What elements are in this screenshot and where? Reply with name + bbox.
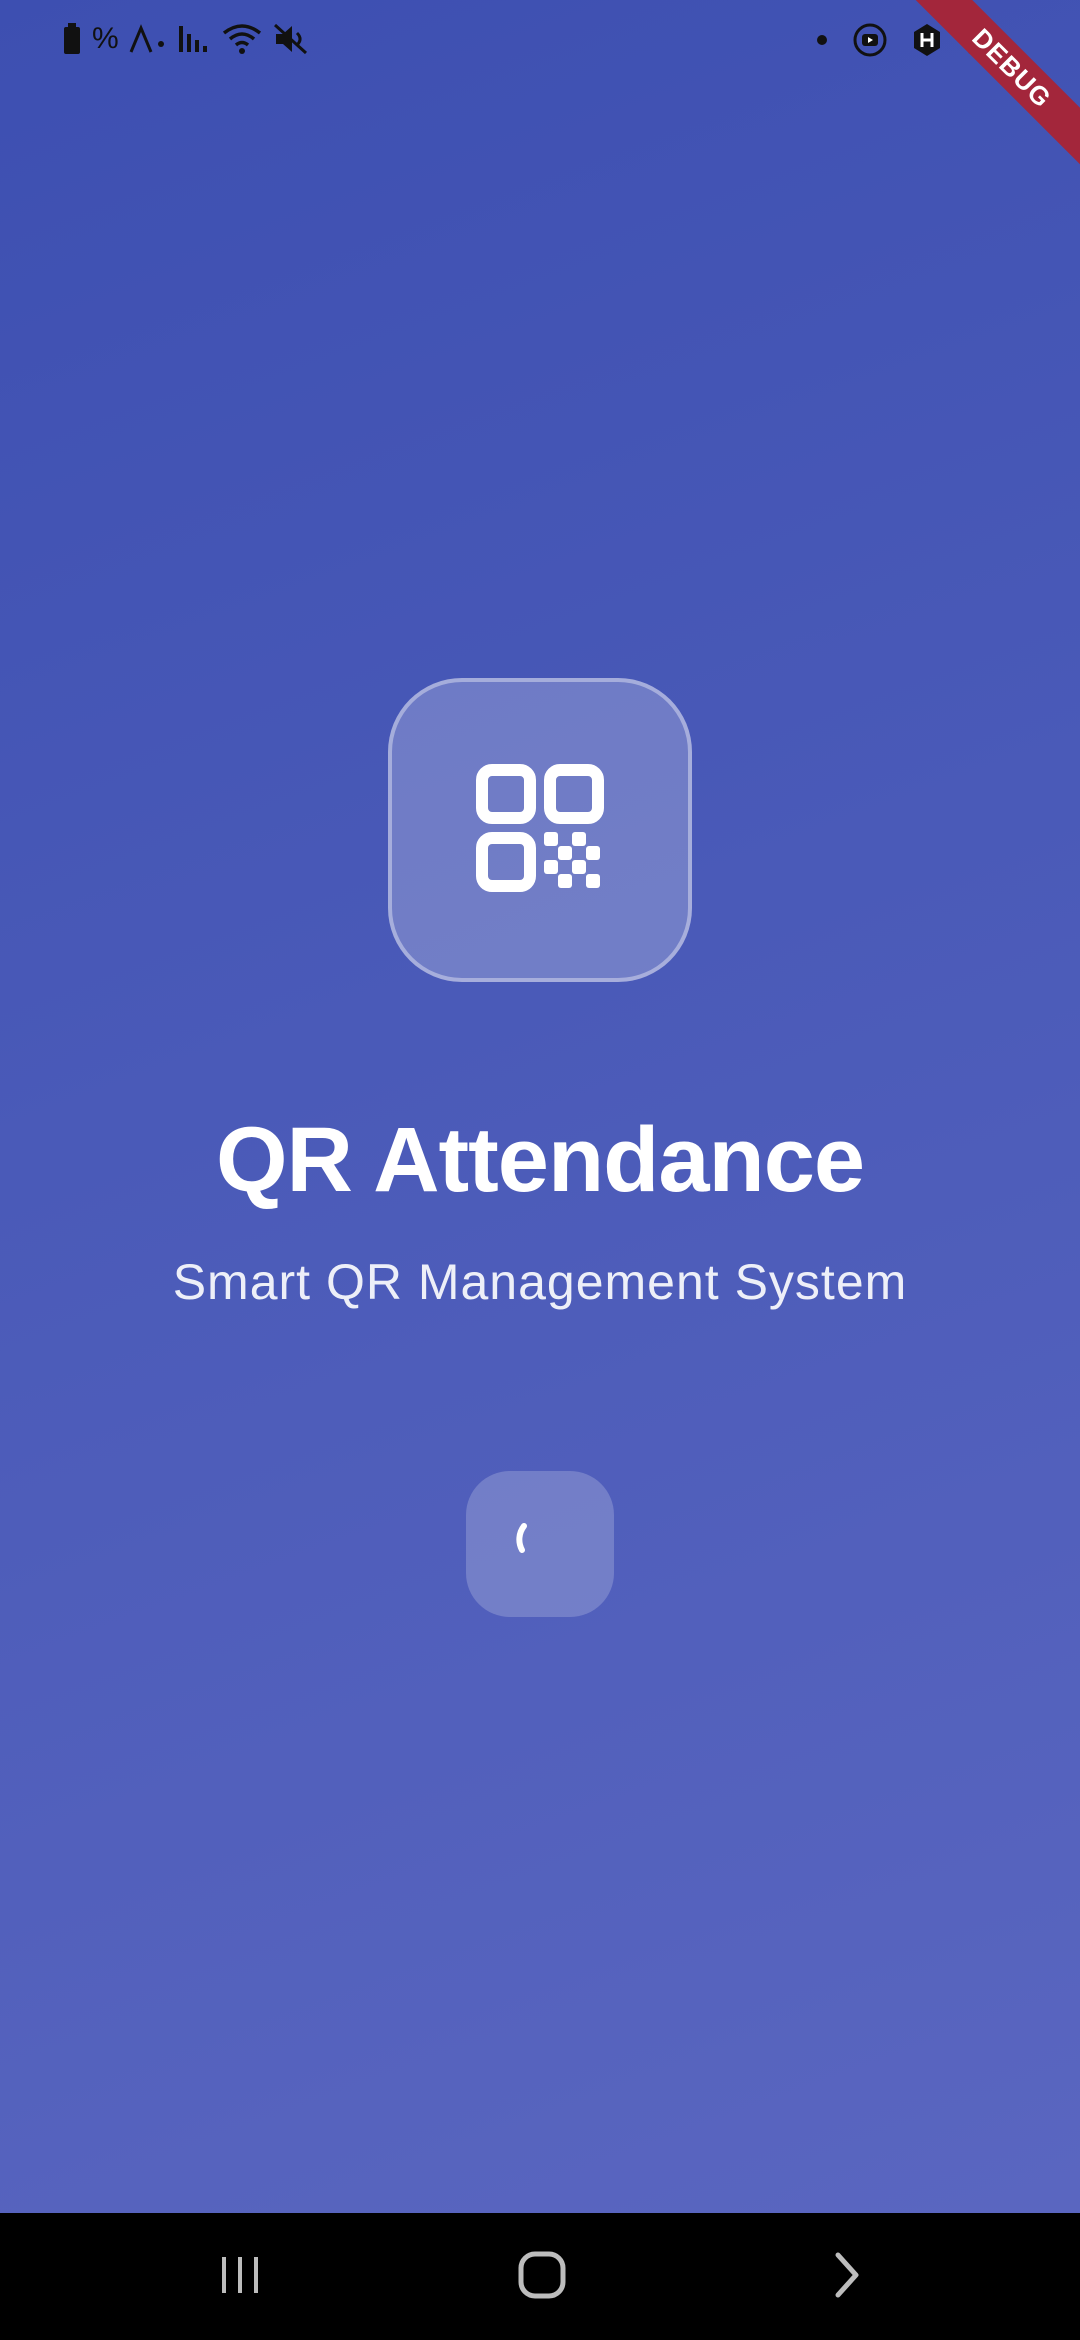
home-button[interactable] <box>482 2241 602 2313</box>
progress-spinner-icon <box>500 1502 580 1587</box>
mute-icon <box>273 23 309 55</box>
screen: % DEBUG QR Attendance Smart QR Managemen… <box>0 0 1080 2340</box>
cell-signal-icon <box>177 24 211 54</box>
app-subtitle: Smart QR Management System <box>172 1254 908 1310</box>
wifi-icon <box>221 23 263 55</box>
status-bar-left: % <box>62 22 309 56</box>
system-nav-bar <box>0 2213 1080 2340</box>
back-icon <box>822 2251 870 2304</box>
splash-background <box>0 0 1080 2213</box>
dot-icon <box>816 34 828 46</box>
loading-indicator <box>466 1471 614 1617</box>
home-icon <box>516 2249 568 2306</box>
recents-icon <box>216 2251 264 2304</box>
app-logo-tile <box>388 678 692 982</box>
signal-activity-icon <box>129 24 167 54</box>
app-title: QR Attendance <box>215 1109 865 1211</box>
back-button[interactable] <box>786 2241 906 2313</box>
app-icon <box>912 23 942 57</box>
battery-icon <box>62 23 82 55</box>
status-bar: % DEBUG <box>0 0 1080 175</box>
percent-icon: % <box>92 22 119 55</box>
youtube-icon <box>852 22 888 58</box>
qr-code-icon <box>476 763 604 897</box>
recents-button[interactable] <box>180 2241 300 2313</box>
